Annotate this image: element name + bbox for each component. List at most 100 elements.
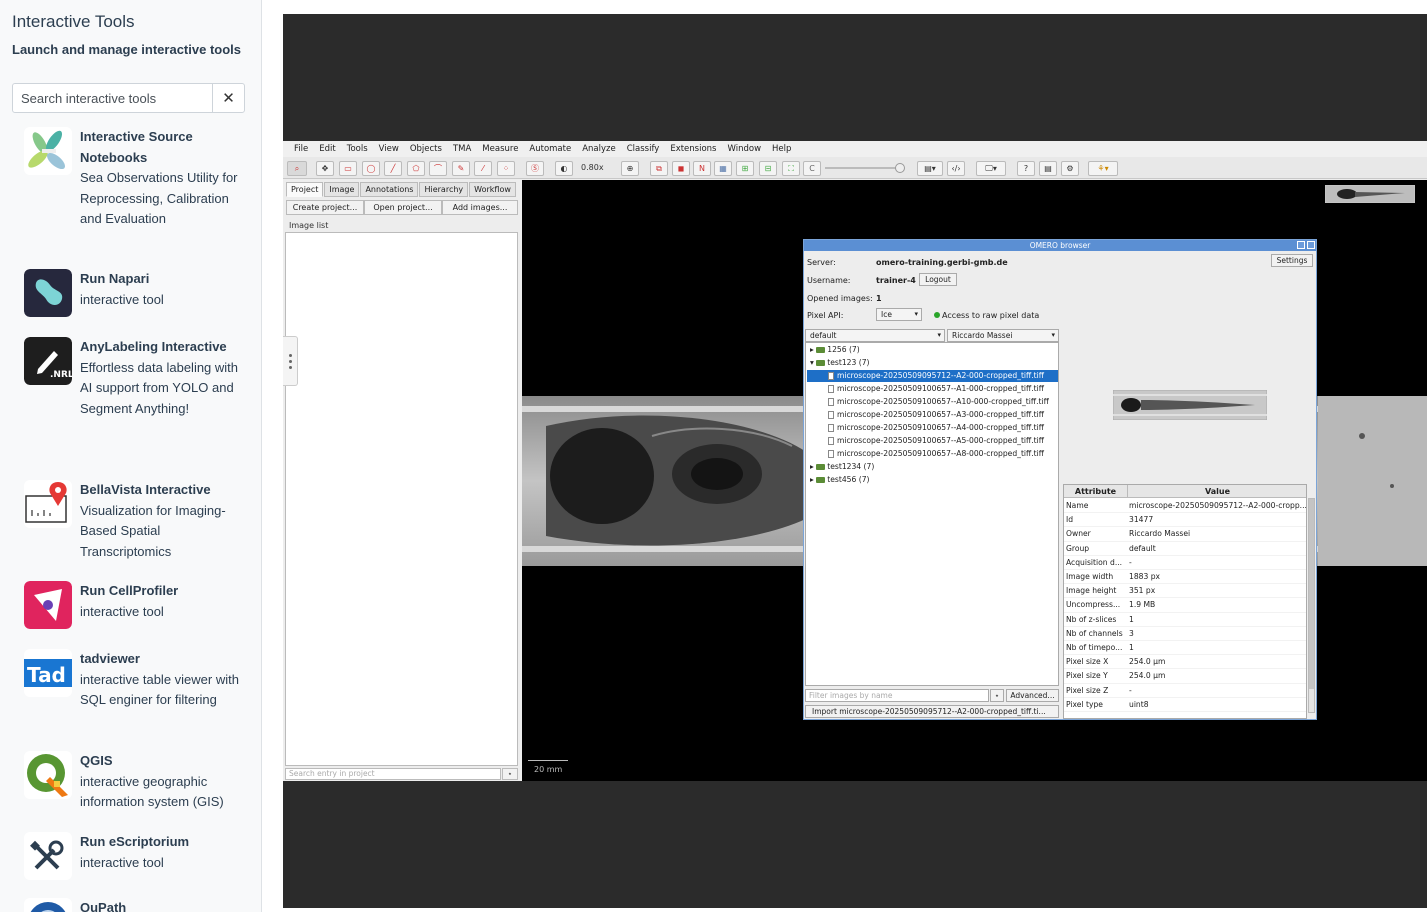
show-annotations-icon[interactable]: ⧉ bbox=[650, 161, 668, 176]
tab-hierarchy[interactable]: Hierarchy bbox=[419, 182, 469, 197]
tool-name[interactable]: tadviewer bbox=[80, 649, 240, 670]
menu-edit[interactable]: Edit bbox=[319, 144, 335, 154]
add-images-button[interactable]: Add images... bbox=[442, 200, 518, 215]
create-project-button[interactable]: Create project... bbox=[286, 200, 364, 215]
filter-images-input[interactable]: Filter images by name bbox=[805, 689, 989, 702]
image-viewer[interactable]: 20 mm OMERO browser Server: omero-traini… bbox=[522, 180, 1427, 781]
image-list[interactable] bbox=[285, 232, 518, 766]
fill-annotations-icon[interactable]: ◼ bbox=[672, 161, 690, 176]
project-search-input[interactable]: Search entry in project bbox=[285, 768, 501, 780]
tool-item-qgis[interactable]: QGIS interactive geographic information … bbox=[24, 751, 254, 821]
close-icon[interactable] bbox=[1307, 241, 1315, 249]
tool-item-cellprofiler[interactable]: Run CellProfiler interactive tool bbox=[24, 581, 254, 631]
menu-objects[interactable]: Objects bbox=[410, 144, 442, 154]
tree-image[interactable]: microscope-20250509100657--A3-000-croppe… bbox=[828, 409, 1044, 421]
polygon-tool-icon[interactable]: ⬠ bbox=[407, 161, 425, 176]
group-select[interactable]: default bbox=[805, 329, 945, 342]
script-editor-icon[interactable]: ‹/› bbox=[947, 161, 965, 176]
show-tma-grid-icon[interactable]: ▦ bbox=[714, 161, 732, 176]
brush-tool-icon[interactable]: ✎ bbox=[452, 161, 470, 176]
log-icon[interactable]: ▤ bbox=[1039, 161, 1057, 176]
menu-analyze[interactable]: Analyze bbox=[582, 144, 616, 154]
clear-search-button[interactable]: ✕ bbox=[212, 84, 244, 112]
tool-item-interactive-source-notebooks[interactable]: Interactive Source Notebooks Sea Observa… bbox=[24, 127, 254, 257]
tool-name[interactable]: BellaVista Interactive bbox=[80, 480, 240, 501]
opacity-slider-track[interactable] bbox=[825, 167, 901, 169]
settings-button[interactable]: Settings bbox=[1271, 254, 1313, 267]
tree-node[interactable]: ▾ test123 (7) bbox=[810, 357, 869, 369]
tool-item-run-napari[interactable]: Run Napari interactive tool bbox=[24, 269, 254, 319]
tree-image[interactable]: microscope-20250509100657--A1-000-croppe… bbox=[828, 383, 1044, 395]
menu-classify[interactable]: Classify bbox=[627, 144, 660, 154]
tree-image[interactable]: microscope-20250509100657--A4-000-croppe… bbox=[828, 422, 1044, 434]
panel-collapse-handle[interactable] bbox=[283, 336, 298, 386]
rectangle-tool-icon[interactable]: ▭ bbox=[339, 161, 357, 176]
tool-name[interactable]: QuPath bbox=[80, 898, 240, 912]
filter-options-button[interactable]: ⋆ bbox=[990, 689, 1004, 702]
tree-node[interactable]: ▸ test456 (7) bbox=[810, 474, 869, 486]
menu-help[interactable]: Help bbox=[772, 144, 791, 154]
ellipse-tool-icon[interactable]: ◯ bbox=[362, 161, 380, 176]
pixel-api-select[interactable]: Ice bbox=[876, 308, 922, 321]
help-icon[interactable]: ? bbox=[1017, 161, 1035, 176]
menu-window[interactable]: Window bbox=[728, 144, 762, 154]
selection-mode-icon[interactable]: Ⓢ bbox=[526, 161, 544, 176]
menu-file[interactable]: File bbox=[294, 144, 308, 154]
menu-tools[interactable]: Tools bbox=[347, 144, 368, 154]
attribute-table-scrollbar[interactable] bbox=[1308, 498, 1315, 713]
import-button[interactable]: Import microscope-20250509095712--A2-000… bbox=[805, 705, 1059, 718]
tree-image[interactable]: microscope-20250509100657--A8-000-croppe… bbox=[828, 448, 1044, 460]
tool-name[interactable]: Run Napari bbox=[80, 269, 240, 290]
tree-image[interactable]: microscope-20250509100657--A5-000-croppe… bbox=[828, 435, 1044, 447]
line-tool-icon[interactable]: ╱ bbox=[384, 161, 402, 176]
tool-item-bellavista[interactable]: BellaVista Interactive Visualization for… bbox=[24, 480, 254, 570]
opacity-slider-knob[interactable] bbox=[895, 163, 905, 173]
toggle-panel-icon[interactable]: ⌕ bbox=[287, 161, 307, 176]
minimize-icon[interactable] bbox=[1297, 241, 1305, 249]
tool-name[interactable]: Interactive Source Notebooks bbox=[80, 127, 240, 168]
zoom-to-fit-icon[interactable]: ⊕ bbox=[621, 161, 639, 176]
omero-project-tree[interactable]: ▸ 1256 (7) ▾ test123 (7) microscope-2025… bbox=[805, 342, 1059, 686]
menu-measure[interactable]: Measure bbox=[482, 144, 518, 154]
search-options-button[interactable]: ⋆ bbox=[502, 768, 518, 780]
show-detections-icon[interactable]: ⊞ bbox=[736, 161, 754, 176]
menu-automate[interactable]: Automate bbox=[529, 144, 571, 154]
advanced-button[interactable]: Advanced... bbox=[1006, 689, 1059, 702]
tool-name[interactable]: QGIS bbox=[80, 751, 240, 772]
grid-view-icon[interactable]: ▤▾ bbox=[917, 161, 943, 176]
tool-item-anylabeling[interactable]: .NRL AnyLabeling Interactive Effortless … bbox=[24, 337, 254, 467]
show-names-icon[interactable]: N bbox=[693, 161, 711, 176]
tool-name[interactable]: Run eScriptorium bbox=[80, 832, 240, 853]
move-tool-icon[interactable]: ✥ bbox=[316, 161, 334, 176]
logout-button[interactable]: Logout bbox=[919, 273, 957, 286]
open-project-button[interactable]: Open project... bbox=[364, 200, 442, 215]
tool-item-escriptorium[interactable]: Run eScriptorium interactive tool bbox=[24, 832, 254, 882]
menu-extensions[interactable]: Extensions bbox=[670, 144, 716, 154]
tab-image[interactable]: Image bbox=[324, 182, 360, 197]
tree-node[interactable]: ▸ 1256 (7) bbox=[810, 344, 860, 356]
tool-item-qupath[interactable]: QuPath bbox=[24, 898, 254, 912]
tab-workflow[interactable]: Workflow bbox=[469, 182, 516, 197]
tool-item-tadviewer[interactable]: Tad tadviewer interactive table viewer w… bbox=[24, 649, 254, 739]
pixel-classification-icon[interactable]: ⛶ bbox=[782, 161, 800, 176]
owner-select[interactable]: Riccardo Massei bbox=[947, 329, 1059, 342]
tool-name[interactable]: Run CellProfiler bbox=[80, 581, 240, 602]
menu-tma[interactable]: TMA bbox=[453, 144, 471, 154]
points-tool-icon[interactable]: ⁘ bbox=[497, 161, 515, 176]
display-icon[interactable]: 🖵▾ bbox=[976, 161, 1006, 176]
tab-project[interactable]: Project bbox=[286, 182, 324, 197]
preferences-icon[interactable]: ⚙ bbox=[1061, 161, 1079, 176]
polyline-tool-icon[interactable]: ⌒ bbox=[429, 161, 447, 176]
tree-image[interactable]: microscope-20250509100657--A10-000-cropp… bbox=[828, 396, 1049, 408]
wand-tool-icon[interactable]: ⁄ bbox=[474, 161, 492, 176]
extensions-icon[interactable]: ⚘▾ bbox=[1088, 161, 1118, 176]
tool-search-input[interactable] bbox=[13, 84, 212, 112]
tab-annotations[interactable]: Annotations bbox=[360, 182, 419, 197]
overview-thumbnail[interactable] bbox=[1325, 185, 1415, 203]
brightness-contrast-icon[interactable]: ◐ bbox=[555, 161, 573, 176]
tree-node[interactable]: ▸ test1234 (7) bbox=[810, 461, 874, 473]
menu-view[interactable]: View bbox=[379, 144, 399, 154]
fill-detections-icon[interactable]: ⊟ bbox=[759, 161, 777, 176]
tool-name[interactable]: AnyLabeling Interactive bbox=[80, 337, 240, 358]
tree-image-selected[interactable]: microscope-20250509095712--A2-000-croppe… bbox=[807, 370, 1058, 382]
